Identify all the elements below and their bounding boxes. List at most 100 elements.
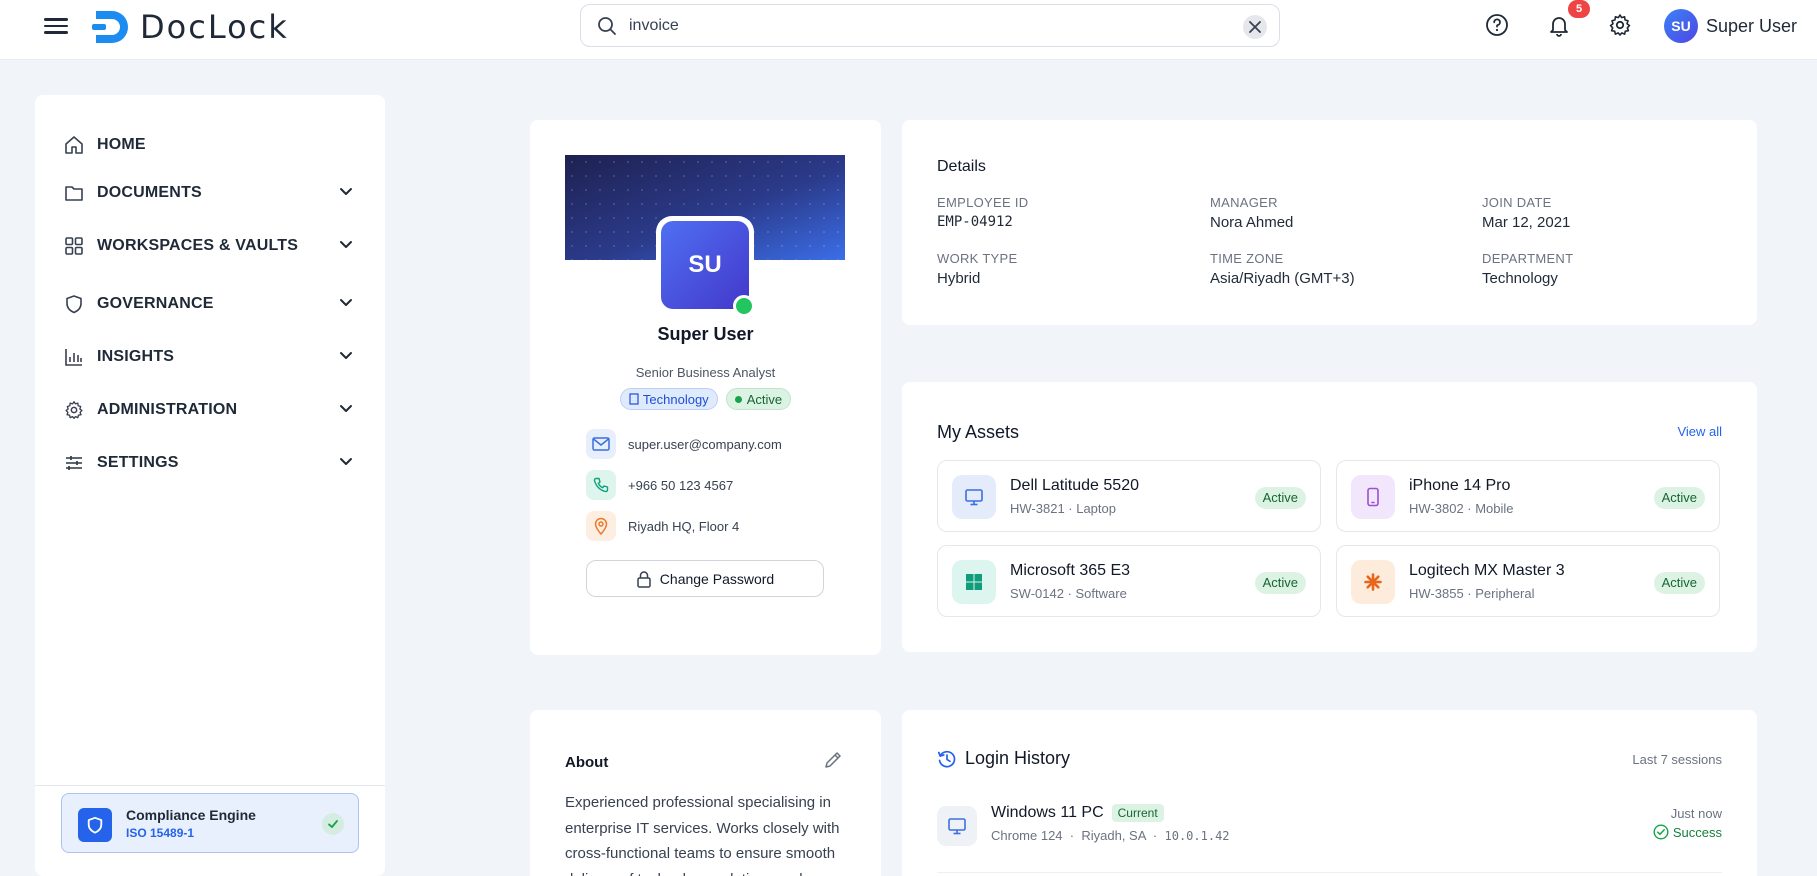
asset-sub: HW-3821 · Laptop — [1010, 501, 1116, 516]
location-text: Riyadh HQ, Floor 4 — [628, 518, 740, 534]
folder-icon — [63, 182, 85, 204]
compliance-standard: ISO 15489-1 — [126, 826, 195, 840]
bar-chart-icon — [63, 346, 85, 368]
field-time-zone: TIME ZONE Asia/Riyadh (GMT+3) — [1210, 251, 1355, 287]
clear-search-button[interactable] — [1243, 15, 1267, 39]
home-icon — [63, 134, 85, 156]
user-name: Super User — [1706, 15, 1798, 36]
chevron-down-icon — [340, 458, 352, 465]
online-status-dot — [733, 295, 755, 317]
sidebar-item-insights[interactable]: INSIGHTS — [63, 342, 363, 372]
profile-card: SU Super User Senior Business Analyst Te… — [530, 120, 881, 655]
app-logo[interactable]: DocLock — [92, 6, 289, 48]
doclock-logo-icon — [92, 11, 128, 43]
session-browser: Chrome 124 — [991, 828, 1063, 843]
shield-icon — [63, 293, 85, 315]
building-icon — [629, 393, 639, 405]
department-badge-label: Technology — [642, 391, 709, 407]
avatar: SU — [1664, 9, 1698, 43]
lock-icon — [637, 570, 651, 588]
menu-icon[interactable] — [44, 14, 70, 36]
asset-name: Microsoft 365 E3 — [1010, 562, 1131, 579]
sidebar: HOME DOCUMENTS WORKSPACES & VAULTS GOVER… — [35, 95, 385, 876]
field-value: EMP-04912 — [937, 214, 1013, 230]
contact-location: Riyadh HQ, Floor 4 — [586, 511, 739, 541]
asset-name: iPhone 14 Pro — [1409, 477, 1511, 494]
search-icon — [598, 17, 616, 35]
about-text: Experienced professional specialising in… — [565, 794, 840, 876]
sidebar-item-label: GOVERNANCE — [97, 295, 214, 312]
asset-status-badge: Active — [1653, 572, 1705, 594]
windows-grid-icon — [952, 560, 996, 604]
asset-sub: HW-3802 · Mobile — [1409, 501, 1514, 516]
asset-item[interactable]: Logitech MX Master 3 HW-3855 · Periphera… — [1336, 545, 1720, 617]
profile-name: Super User — [657, 324, 754, 344]
edit-about-button[interactable] — [823, 750, 843, 775]
contact-email[interactable]: super.user@company.com — [586, 429, 782, 459]
settings-button[interactable] — [1607, 12, 1633, 38]
asset-status-badge: Active — [1254, 572, 1306, 594]
session-device: Windows 11 PC — [991, 804, 1104, 821]
compliance-engine-card[interactable]: Compliance Engine ISO 15489-1 — [61, 793, 359, 853]
chevron-down-icon — [340, 352, 352, 359]
monitor-icon — [937, 806, 977, 846]
sidebar-item-workspaces[interactable]: WORKSPACES & VAULTS — [63, 231, 363, 261]
asset-item[interactable]: iPhone 14 Pro HW-3802 · Mobile Active — [1336, 460, 1720, 532]
assets-title: My Assets — [937, 422, 1020, 442]
sidebar-item-administration[interactable]: ADMINISTRATION — [63, 395, 363, 425]
field-value: Asia/Riyadh (GMT+3) — [1210, 270, 1355, 287]
field-label: JOIN DATE — [1482, 195, 1552, 210]
field-manager: MANAGER Nora Ahmed — [1210, 195, 1293, 231]
login-history-header: Login History — [937, 748, 1070, 769]
profile-initials: SU — [661, 221, 749, 309]
details-card: Details EMPLOYEE ID EMP-04912 MANAGER No… — [902, 120, 1757, 325]
asset-status-badge: Active — [1254, 487, 1306, 509]
session-row[interactable]: Windows 11 PC Current Chrome 124 · Riyad… — [937, 800, 1722, 860]
shield-icon — [78, 808, 112, 842]
asset-item[interactable]: Dell Latitude 5520 HW-3821 · Laptop Acti… — [937, 460, 1321, 532]
gear-icon — [1609, 14, 1631, 36]
chevron-down-icon — [340, 241, 352, 248]
field-label: WORK TYPE — [937, 251, 1018, 266]
assets-card: My Assets View all Dell Latitude 5520 HW… — [902, 382, 1757, 652]
asset-item[interactable]: Microsoft 365 E3 SW-0142 · Software Acti… — [937, 545, 1321, 617]
field-label: EMPLOYEE ID — [937, 195, 1029, 210]
field-department: DEPARTMENT Technology — [1482, 251, 1573, 287]
app-name: DocLock — [140, 8, 289, 46]
monitor-icon — [952, 475, 996, 519]
contact-phone[interactable]: +966 50 123 4567 — [586, 470, 733, 500]
grid-icon — [63, 235, 85, 257]
login-history-card: Login History Last 7 sessions Windows 11… — [902, 710, 1757, 876]
change-password-label: Change Password — [659, 570, 775, 587]
mail-icon — [586, 429, 616, 459]
field-employee-id: EMPLOYEE ID EMP-04912 — [937, 195, 1028, 230]
status-badge-label: Active — [746, 391, 783, 407]
sidebar-item-label: SETTINGS — [97, 454, 179, 471]
location-pin-icon — [586, 511, 616, 541]
about-card: About Experienced professional specialis… — [530, 710, 881, 876]
field-value: Technology — [1482, 270, 1558, 287]
sidebar-divider — [35, 785, 385, 786]
field-value: Nora Ahmed — [1210, 214, 1294, 231]
user-menu[interactable]: SU Super User — [1664, 9, 1797, 43]
notifications-button[interactable] — [1546, 12, 1572, 38]
change-password-button[interactable]: Change Password — [586, 560, 824, 597]
check-circle-icon — [1653, 824, 1669, 840]
details-title: Details — [937, 158, 986, 175]
search-input[interactable] — [629, 13, 1209, 39]
sidebar-item-governance[interactable]: GOVERNANCE — [63, 289, 363, 319]
view-all-link[interactable]: View all — [1677, 424, 1722, 439]
help-button[interactable] — [1484, 12, 1510, 38]
asset-name: Logitech MX Master 3 — [1409, 562, 1565, 579]
sidebar-item-home[interactable]: HOME — [63, 130, 363, 160]
chevron-down-icon — [340, 188, 352, 195]
phone-icon — [586, 470, 616, 500]
field-join-date: JOIN DATE Mar 12, 2021 — [1482, 195, 1570, 231]
session-status-label: Success — [1672, 824, 1722, 840]
sidebar-item-settings[interactable]: SETTINGS — [63, 448, 363, 478]
phone-device-icon — [1351, 475, 1395, 519]
sidebar-item-documents[interactable]: DOCUMENTS — [63, 178, 363, 208]
about-title: About — [565, 754, 609, 771]
history-icon — [937, 750, 956, 768]
login-history-subtitle: Last 7 sessions — [1632, 752, 1722, 767]
